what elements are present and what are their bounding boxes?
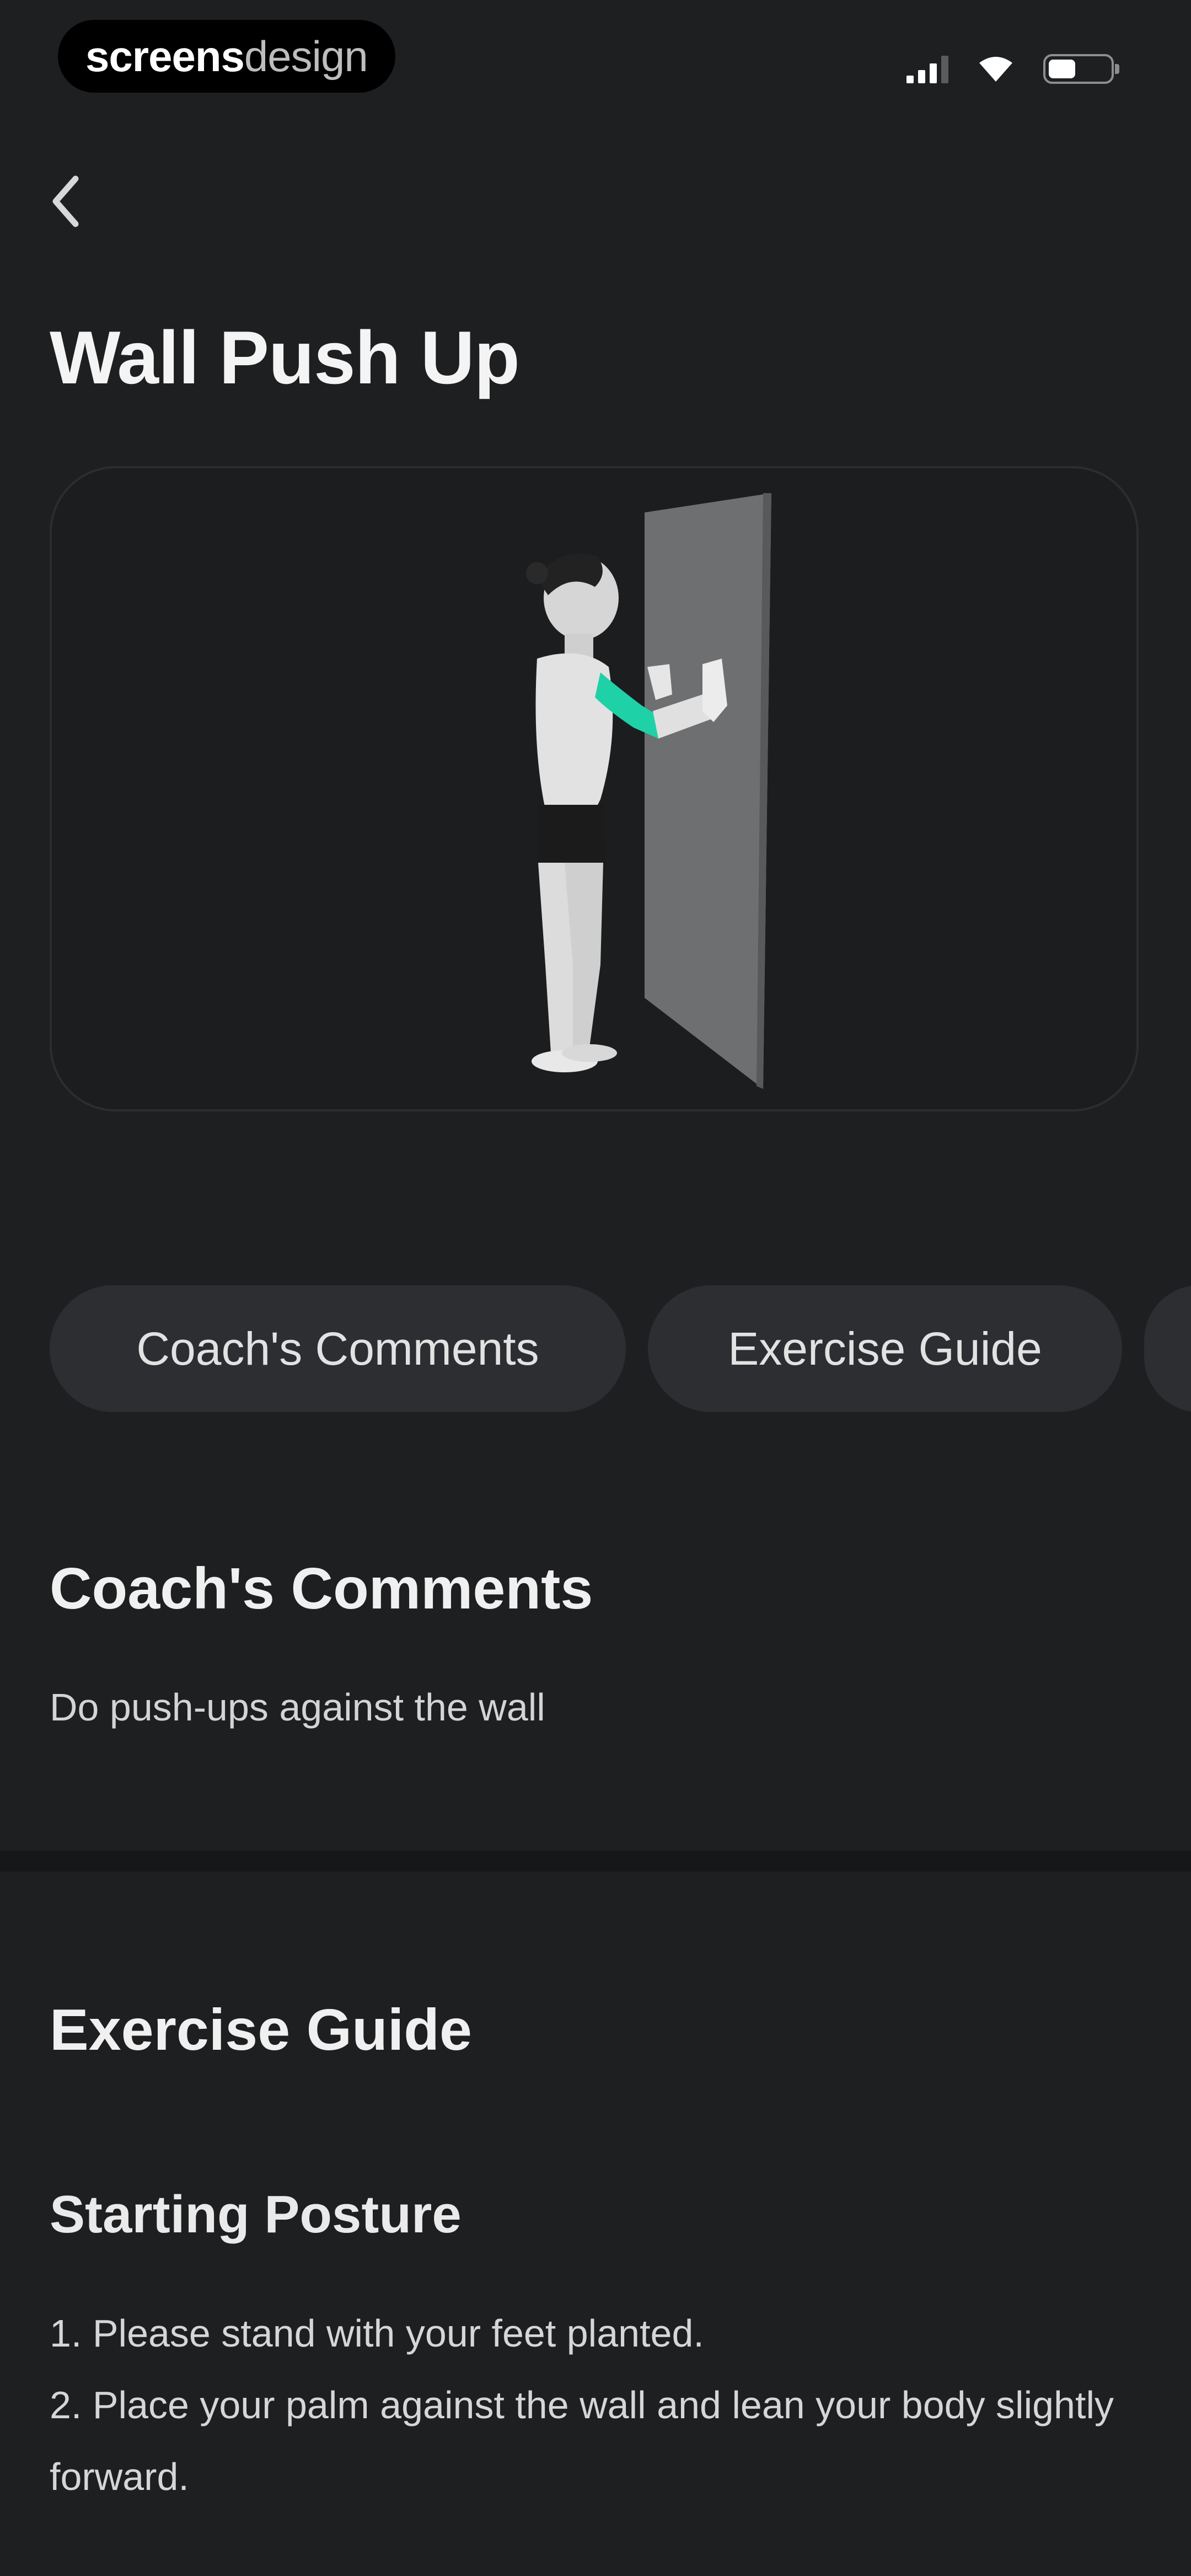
page-title: Wall Push Up [50, 316, 520, 399]
chevron-left-icon [52, 175, 79, 227]
coaches-comments-title: Coach's Comments [50, 1556, 593, 1621]
tab-coaches-comments[interactable]: Coach's Comments [50, 1285, 626, 1412]
list-item: 2. Place your palm against the wall and … [50, 2383, 1114, 2498]
section-tabs: Coach's Comments Exercise Guide [50, 1285, 1191, 1412]
status-icons [906, 50, 1119, 88]
signal-icon [906, 55, 948, 83]
brand-badge: screens design [58, 20, 395, 93]
wall-push-up-figure [526, 493, 771, 1089]
tab-more[interactable] [1144, 1285, 1191, 1412]
tab-exercise-guide[interactable]: Exercise Guide [648, 1285, 1122, 1412]
starting-posture-title: Starting Posture [50, 2185, 462, 2244]
exercise-detail-screen: screens design Wall Push Up Coach's Comm… [0, 0, 1191, 2576]
brand-name-strong: screens [85, 31, 245, 81]
back-button[interactable] [39, 165, 94, 237]
exercise-illustration-card [50, 466, 1139, 1111]
wifi-icon [979, 57, 1012, 82]
list-item: 1. Please stand with your feet planted. [50, 2312, 704, 2355]
section-divider [0, 1851, 1191, 1872]
battery-icon [1043, 54, 1119, 84]
starting-posture-steps: 1. Please stand with your feet planted. … [50, 2297, 1147, 2513]
coaches-comments-text: Do push-ups against the wall [50, 1686, 545, 1729]
brand-name-light: design [244, 31, 368, 81]
exercise-guide-title: Exercise Guide [50, 1997, 472, 2062]
